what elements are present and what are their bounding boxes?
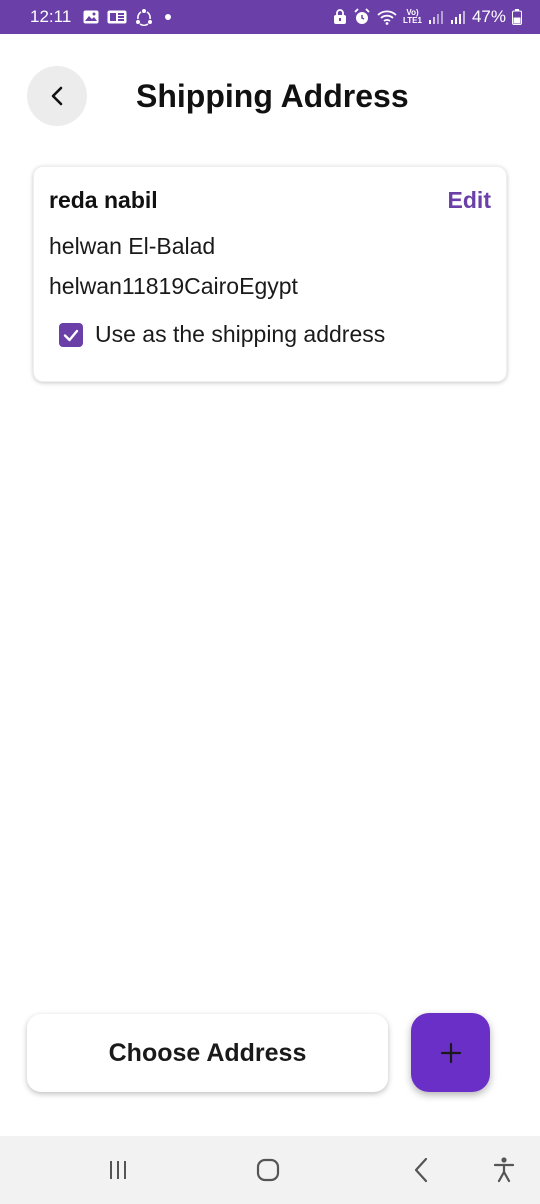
use-as-shipping-checkbox[interactable] xyxy=(59,322,83,347)
nav-back-button[interactable] xyxy=(391,1136,451,1204)
edit-address-button[interactable]: Edit xyxy=(448,187,491,214)
page-title: Shipping Address xyxy=(136,78,409,114)
gallery-icon xyxy=(83,10,99,24)
back-icon xyxy=(414,1157,428,1183)
battery-percent: 47% xyxy=(471,7,506,26)
system-nav-bar xyxy=(0,1136,540,1204)
signal-icon xyxy=(450,9,466,25)
home-button[interactable] xyxy=(238,1136,298,1204)
battery-icon xyxy=(512,9,522,25)
address-recipient-name: reda nabil xyxy=(49,187,158,213)
status-left: 12:11 xyxy=(30,7,172,27)
lock-icon xyxy=(333,9,347,25)
add-address-button[interactable] xyxy=(411,1013,490,1092)
recent-apps-button[interactable] xyxy=(88,1136,148,1204)
sync-icon xyxy=(135,8,153,26)
checkmark-icon xyxy=(63,329,79,341)
news-icon xyxy=(107,10,127,24)
lte-label: LTE1 xyxy=(403,16,422,25)
accessibility-button[interactable] xyxy=(474,1136,534,1204)
status-bar: 12:11 Vo) LTE1 47% xyxy=(0,0,540,34)
home-icon xyxy=(256,1158,280,1182)
address-line-1: helwan El-Balad xyxy=(49,233,216,259)
address-line-2: helwan11819CairoEgypt xyxy=(49,273,298,299)
signal-icon xyxy=(428,9,444,25)
plus-icon xyxy=(440,1042,461,1063)
wifi-icon xyxy=(377,9,397,25)
volte-indicator: Vo) LTE1 xyxy=(403,9,422,25)
recent-apps-icon xyxy=(110,1161,126,1179)
status-time: 12:11 xyxy=(30,7,72,26)
choose-address-button[interactable]: Choose Address xyxy=(27,1014,388,1092)
alarm-icon xyxy=(353,8,371,26)
status-right: Vo) LTE1 47% xyxy=(333,7,522,27)
chevron-left-icon xyxy=(51,86,63,106)
back-button[interactable] xyxy=(27,66,87,126)
notification-dot-icon xyxy=(165,14,172,20)
accessibility-icon xyxy=(493,1157,515,1183)
address-card[interactable]: reda nabil Edit helwan El-Balad helwan11… xyxy=(33,166,507,382)
screen: 12:11 Vo) LTE1 47% Shipping Address reda… xyxy=(0,0,540,1204)
use-as-shipping-label: Use as the shipping address xyxy=(95,321,386,347)
use-as-shipping-checkbox-row[interactable]: Use as the shipping address xyxy=(59,321,385,348)
